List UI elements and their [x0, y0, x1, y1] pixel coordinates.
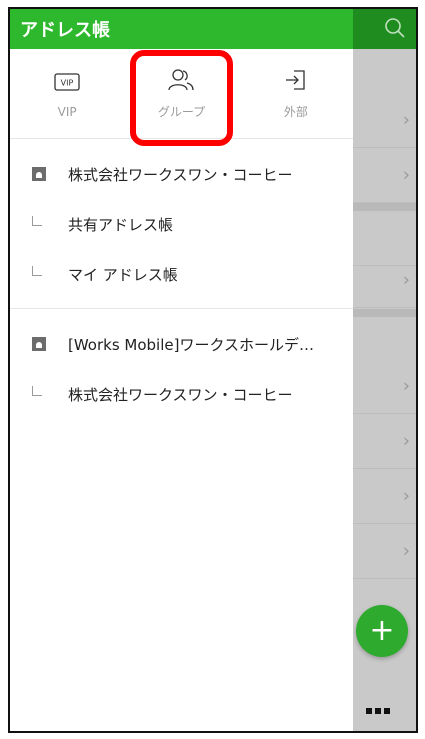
contact-book-icon [32, 337, 46, 351]
drawer-title: アドレス帳 [20, 20, 110, 41]
svg-text:VIP: VIP [61, 78, 74, 87]
external-icon [281, 67, 311, 93]
child-item[interactable]: マイ アドレス帳 [10, 249, 353, 299]
company-section-2: [Works Mobile]ワークスホールデ… 株式会社ワークスワン・コーヒー [10, 319, 353, 419]
tree-branch-icon [32, 216, 42, 226]
company-section-1: 株式会社ワークスワン・コーヒー 共有アドレス帳 マイ アドレス帳 [10, 149, 353, 299]
child-label: 共有アドレス帳 [68, 215, 174, 234]
company-item[interactable]: 株式会社ワークスワン・コーヒー [10, 149, 353, 199]
highlight-box [130, 50, 233, 146]
chevron-right-icon: › [402, 375, 410, 397]
chevron-right-icon: › [402, 164, 410, 186]
address-book-drawer: アドレス帳 VIP VIP グループ 外部 株式会社ワークスワン・コーヒー 共有… [10, 9, 353, 731]
child-item[interactable]: 株式会社ワークスワン・コーヒー [10, 369, 353, 419]
chevron-right-icon: › [402, 485, 410, 507]
search-icon[interactable] [382, 15, 408, 41]
child-item[interactable]: 共有アドレス帳 [10, 199, 353, 249]
chevron-right-icon: › [402, 540, 410, 562]
add-button[interactable]: + [356, 605, 408, 657]
contact-book-icon [32, 167, 46, 181]
chevron-right-icon: › [402, 109, 410, 131]
company-item[interactable]: [Works Mobile]ワークスホールデ… [10, 319, 353, 369]
company-name: 株式会社ワークスワン・コーヒー [68, 165, 293, 184]
tab-vip[interactable]: VIP VIP [10, 49, 124, 138]
section-divider [10, 299, 353, 309]
tab-external-label: 外部 [283, 105, 308, 119]
tree-branch-icon [32, 386, 42, 396]
chevron-right-icon: › [402, 430, 410, 452]
app-frame: › › › › › › › + アドレス帳 VIP VIP グループ 外部 株式… [8, 7, 418, 733]
chevron-right-icon: › [402, 269, 410, 291]
drawer-header: アドレス帳 [10, 9, 353, 49]
child-label: マイ アドレス帳 [68, 265, 178, 284]
tab-external[interactable]: 外部 [239, 49, 353, 138]
vip-icon: VIP [52, 69, 82, 95]
child-label: 株式会社ワークスワン・コーヒー [68, 385, 293, 404]
more-menu-icon[interactable] [366, 699, 406, 715]
company-name: [Works Mobile]ワークスホールデ… [68, 335, 315, 354]
tree-branch-icon [32, 266, 42, 276]
tab-vip-label: VIP [57, 104, 77, 119]
